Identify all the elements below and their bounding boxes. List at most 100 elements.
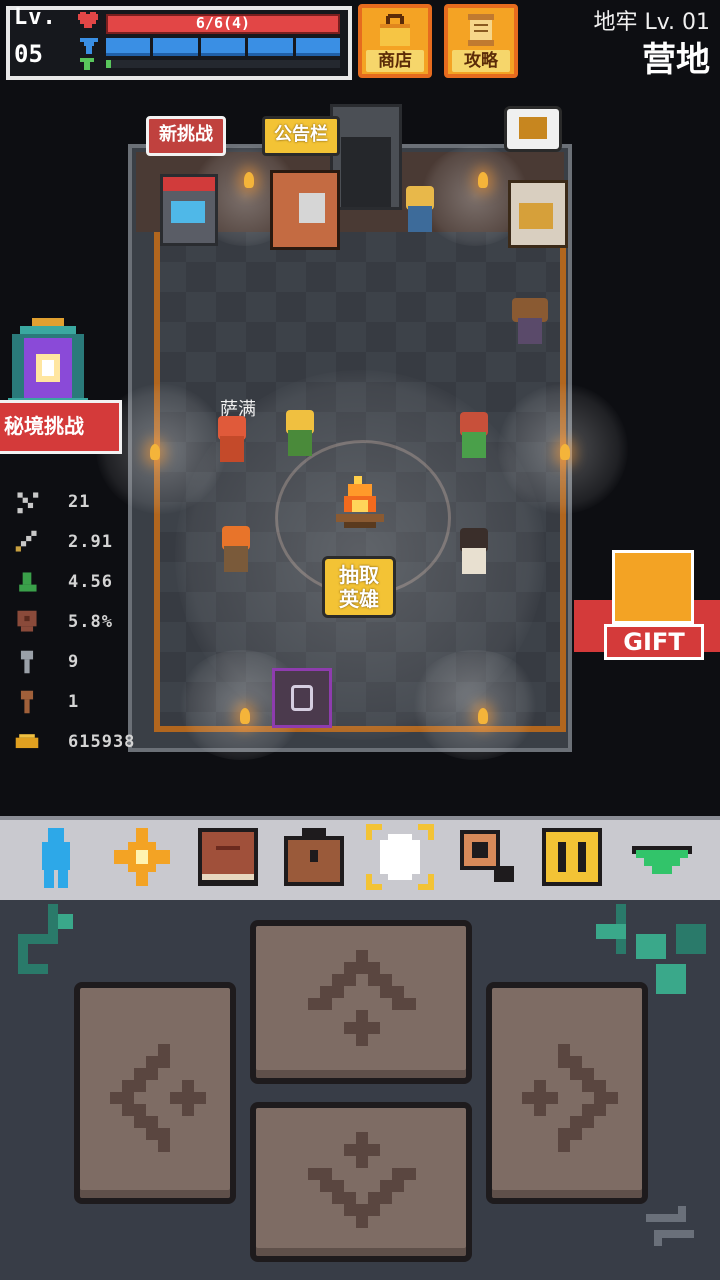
shop-label: 商店 — [366, 50, 424, 72]
merchant-stall[interactable] — [508, 180, 568, 248]
up-button[interactable] — [250, 920, 472, 1084]
heart-icon — [78, 12, 98, 28]
mp-segment — [248, 38, 293, 56]
stat-row: 1 — [12, 682, 162, 722]
level-value: 05 — [14, 40, 43, 68]
gift-label: GIFT — [604, 624, 704, 660]
torch-icon — [560, 444, 570, 460]
collapse-tool[interactable] — [626, 822, 698, 892]
arrow-left-icon — [110, 1044, 206, 1152]
pause-tool[interactable] — [536, 822, 608, 892]
xp-icon — [80, 58, 94, 70]
mp-segment — [200, 38, 246, 56]
item-icon — [519, 117, 547, 139]
guide-label: 攻略 — [452, 50, 510, 72]
npc-scarecrow[interactable] — [508, 296, 552, 350]
stat-row: 615938 — [12, 722, 162, 762]
hero-tool[interactable] — [20, 822, 92, 892]
merchant-speech-bubble[interactable] — [504, 106, 562, 152]
skill-tool[interactable] — [106, 822, 178, 892]
pause-icon — [542, 828, 602, 886]
bulletin-board-npc[interactable] — [270, 170, 340, 250]
sword-icon — [15, 530, 37, 552]
gift-box-icon — [612, 550, 694, 624]
torch-icon — [150, 444, 160, 460]
hero-orange-dwarf[interactable] — [214, 524, 258, 578]
stat-value: 1 — [68, 692, 80, 712]
room-door[interactable] — [330, 104, 402, 210]
stat-row: 2.91 — [12, 522, 162, 562]
recruit-hero-button[interactable]: 抽取 英雄 — [322, 556, 396, 618]
torch-icon — [244, 172, 254, 188]
mp-segment — [295, 38, 341, 56]
lock-icon — [291, 685, 313, 711]
bag-tool[interactable] — [278, 822, 350, 892]
hero-fox-shaman[interactable] — [210, 414, 254, 468]
level-label: Lv. — [14, 5, 57, 30]
hp-text: 6/6(4) — [195, 14, 251, 32]
vine-decoration — [18, 904, 73, 974]
down-button[interactable] — [250, 1102, 472, 1262]
stat-row: 9 — [12, 642, 162, 682]
stat-value: 4.56 — [68, 572, 113, 592]
silver-key-icon — [20, 650, 34, 674]
area-name: 营地 — [642, 40, 710, 80]
stat-row: 21 — [12, 482, 162, 522]
left-button[interactable] — [74, 982, 236, 1204]
target-icon — [366, 824, 434, 890]
hero-red-hair[interactable] — [452, 410, 496, 464]
secret-realm-challenge-button[interactable]: 秘境挑战 — [0, 400, 122, 454]
new-challenge-button[interactable]: 新挑战 — [146, 116, 226, 156]
arrow-up-icon — [308, 950, 416, 1046]
torch-icon — [478, 172, 488, 188]
bronze-key-icon — [20, 690, 34, 714]
mana-icon — [80, 38, 98, 54]
stat-value: 5.8% — [68, 612, 113, 632]
shield-icon — [17, 610, 37, 632]
xp-fill — [106, 60, 111, 68]
bulletin-board-button[interactable]: 公告栏 — [262, 116, 340, 156]
arcade-machine[interactable] — [160, 174, 218, 246]
backpack-icon — [284, 828, 344, 886]
scroll-icon — [468, 14, 494, 46]
gift-button[interactable]: GIFT — [574, 550, 720, 670]
magnifier-icon — [460, 830, 514, 882]
recruit-label-line2: 英雄 — [339, 587, 379, 611]
triangle-down-icon — [632, 846, 692, 874]
stats-panel: 21 2.91 4.56 5.8% 9 1 615938 — [12, 482, 162, 762]
torch-icon — [478, 708, 488, 724]
arrow-down-icon — [308, 1132, 416, 1228]
stat-value: 2.91 — [68, 532, 113, 552]
shopping-bag-icon — [380, 14, 410, 46]
mp-bar — [106, 38, 341, 56]
campfire-icon[interactable] — [332, 476, 388, 534]
mp-segment — [153, 38, 198, 56]
stat-value: 615938 — [68, 732, 136, 752]
boot-icon — [19, 572, 37, 592]
target-tool[interactable] — [364, 822, 436, 892]
sparkle-icon — [114, 828, 170, 886]
stat-value: 21 — [68, 492, 91, 512]
right-button[interactable] — [486, 982, 648, 1204]
hero-crowned-warrior[interactable] — [278, 408, 322, 462]
crossed-swords-icon — [17, 492, 39, 514]
shop-button[interactable]: 商店 — [358, 4, 432, 78]
stat-row: 5.8% — [12, 602, 162, 642]
book-tool[interactable] — [192, 822, 264, 892]
gold-coin-icon — [15, 734, 39, 749]
torch-icon — [240, 708, 250, 724]
search-tool[interactable] — [450, 822, 522, 892]
recruit-label-line1: 抽取 — [339, 563, 379, 587]
book-icon — [198, 828, 258, 886]
mp-segment — [106, 38, 151, 56]
swap-arrows-icon[interactable] — [646, 1206, 694, 1246]
guide-button[interactable]: 攻略 — [444, 4, 518, 78]
npc-blonde-girl[interactable] — [398, 184, 442, 238]
stat-row: 4.56 — [12, 562, 162, 602]
torch-light — [410, 650, 540, 760]
arrow-right-icon — [522, 1044, 618, 1152]
person-icon — [42, 828, 70, 888]
hero-dark-hair-girl[interactable] — [452, 526, 496, 580]
locked-chest[interactable] — [272, 668, 332, 728]
portal-icon[interactable] — [8, 318, 88, 408]
